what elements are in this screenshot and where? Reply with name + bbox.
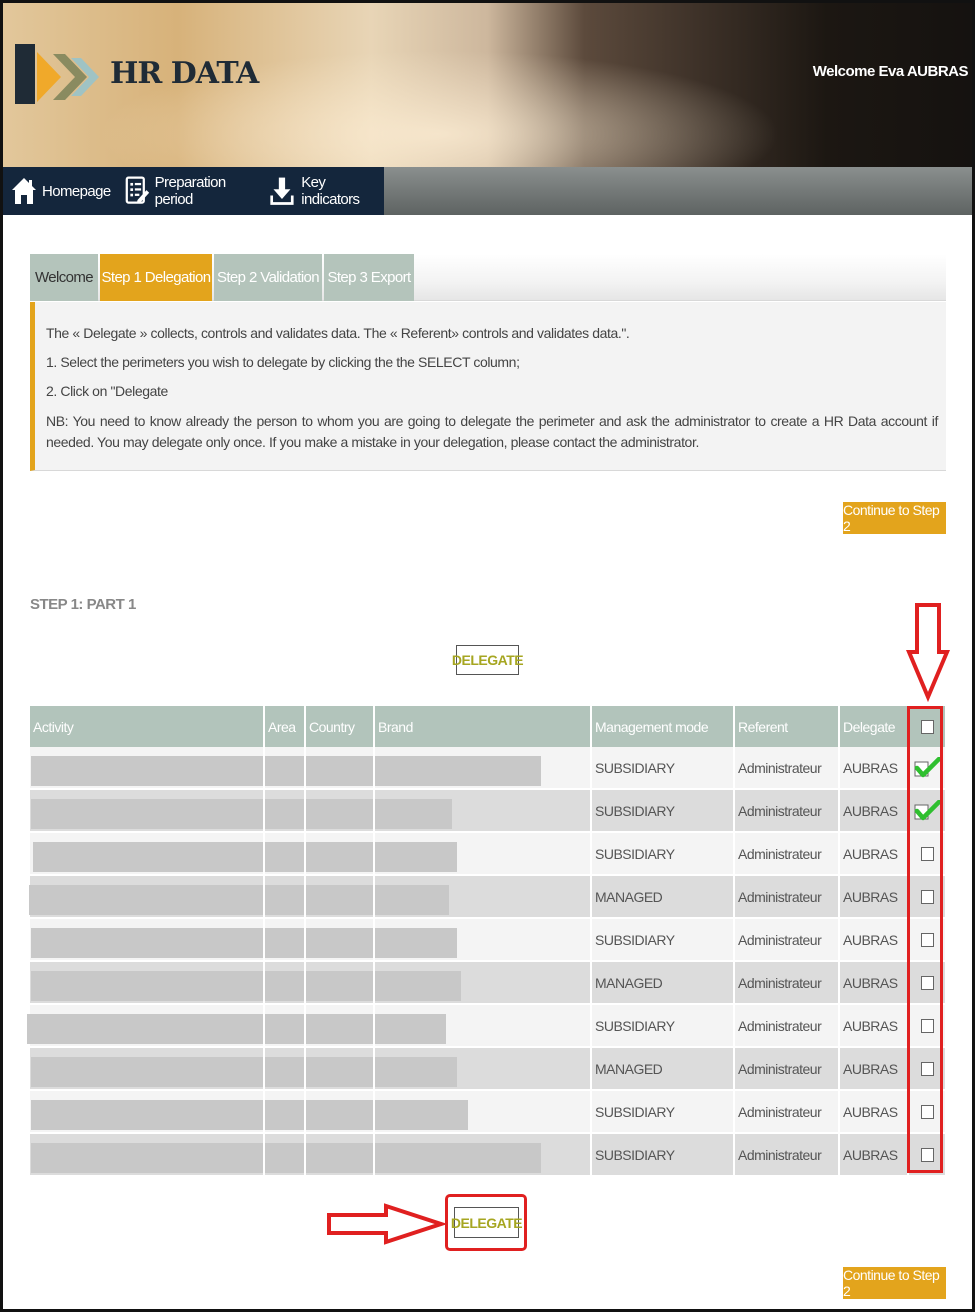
redacted-activity [31,971,461,1001]
annotation-delegate-highlight [445,1194,527,1251]
nav-key-indicators-label: Key indicators [301,174,360,208]
cell-delegate: AUBRAS [843,802,898,819]
cell-referent: Administrateur [738,931,822,948]
cell-referent: Administrateur [738,974,822,991]
tab-welcome[interactable]: Welcome [30,254,98,301]
nav-key-indicators[interactable]: Key indicators [269,174,378,208]
redacted-activity [31,928,457,958]
redacted-activity [29,885,449,915]
column-header-delegate: Delegate [840,706,907,747]
welcome-message: Welcome Eva AUBRAS [812,63,969,80]
step-tabs: Welcome Step 1 Delegation Step 2 Validat… [30,254,946,301]
logo-text: HR DATA [110,56,259,91]
download-icon [270,177,295,205]
cell-management-mode: MANAGED [595,888,663,905]
table-row[interactable]: SUBSIDIARY Administrateur AUBRAS [30,1134,945,1175]
continue-to-step2-button-bottom[interactable]: Continue to Step 2 [843,1267,946,1299]
instructions-panel: The « Delegate » collects, controls and … [30,302,946,471]
cell-management-mode: SUBSIDIARY [595,759,675,776]
cell-delegate: AUBRAS [843,1146,898,1163]
cell-referent: Administrateur [738,802,822,819]
cell-delegate: AUBRAS [843,1017,898,1034]
cell-delegate: AUBRAS [843,931,898,948]
cell-referent: Administrateur [738,888,822,905]
cell-referent: Administrateur [738,1017,822,1034]
table-row[interactable]: MANAGED Administrateur AUBRAS [29,876,945,917]
cell-delegate: AUBRAS [843,1060,898,1077]
column-header-brand: Brand [375,706,590,747]
cell-delegate: AUBRAS [843,759,898,776]
table-row[interactable]: SUBSIDIARY Administrateur AUBRAS [30,919,945,960]
cell-management-mode: MANAGED [595,1060,663,1077]
annotation-arrow-down [905,603,951,702]
cell-management-mode: SUBSIDIARY [595,1146,675,1163]
header-banner: HR DATA Welcome Eva AUBRAS [3,3,972,167]
column-header-area: Area [265,706,304,747]
nav-homepage[interactable]: Homepage [11,176,111,206]
table-row[interactable]: MANAGED Administrateur AUBRAS [30,1048,945,1089]
redacted-activity [27,1014,446,1044]
column-header-management-mode: Management mode [592,706,733,747]
cell-management-mode: SUBSIDIARY [595,802,675,819]
instruction-intro: The « Delegate » collects, controls and … [46,325,630,341]
document-edit-icon [125,176,149,204]
tab-step3-export[interactable]: Step 3 Export [324,254,414,301]
cell-referent: Administrateur [738,845,822,862]
cell-delegate: AUBRAS [843,974,898,991]
nav-menu: Homepage Preparation period Key indicato… [3,167,384,215]
table-row[interactable]: SUBSIDIARY Administrateur AUBRAS [30,747,945,788]
nav-preparation-period[interactable]: Preparation period [125,174,256,208]
cell-management-mode: SUBSIDIARY [595,1103,675,1120]
instruction-note: NB: You need to know already the person … [46,413,938,450]
redacted-activity [31,1143,541,1173]
tab-step2-validation[interactable]: Step 2 Validation [214,254,322,301]
cell-referent: Administrateur [738,1060,822,1077]
column-header-country: Country [306,706,373,747]
table-row[interactable]: SUBSIDIARY Administrateur AUBRAS [30,790,945,831]
cell-delegate: AUBRAS [843,1103,898,1120]
cell-delegate: AUBRAS [843,888,898,905]
redacted-activity [31,799,452,829]
cell-referent: Administrateur [738,1103,822,1120]
redacted-activity [33,842,457,872]
cell-delegate: AUBRAS [843,845,898,862]
column-header-activity: Activity [30,706,263,747]
table-row[interactable]: SUBSIDIARY Administrateur AUBRAS [30,833,945,874]
table-row[interactable]: SUBSIDIARY Administrateur AUBRAS [30,1091,945,1132]
table-row[interactable]: MANAGED Administrateur AUBRAS [30,962,945,1003]
table-row[interactable]: SUBSIDIARY Administrateur AUBRAS [27,1005,945,1046]
nav-preparation-label: Preparation period [154,174,227,208]
annotation-select-column-highlight [907,706,943,1173]
instruction-step-2: 2. Click on "Delegate [46,383,168,399]
redacted-activity [31,756,541,786]
tab-step1-delegation[interactable]: Step 1 Delegation [100,254,212,301]
delegate-button-top[interactable]: DELEGATE [452,645,524,675]
column-header-referent: Referent [735,706,838,747]
redacted-activity [31,1100,468,1130]
instruction-step-1: 1. Select the perimeters you wish to del… [46,354,520,370]
section-title: STEP 1: PART 1 [30,596,136,613]
home-icon [12,178,36,204]
cell-referent: Administrateur [738,1146,822,1163]
nav-homepage-label: Homepage [42,182,111,200]
main-navbar: Homepage Preparation period Key indicato… [3,167,972,215]
annotation-arrow-right [327,1203,446,1245]
cell-management-mode: SUBSIDIARY [595,931,675,948]
continue-to-step2-button-top[interactable]: Continue to Step 2 [843,502,946,534]
cell-management-mode: SUBSIDIARY [595,1017,675,1034]
cell-referent: Administrateur [738,759,822,776]
redacted-activity [31,1057,457,1087]
cell-management-mode: MANAGED [595,974,663,991]
cell-management-mode: SUBSIDIARY [595,845,675,862]
